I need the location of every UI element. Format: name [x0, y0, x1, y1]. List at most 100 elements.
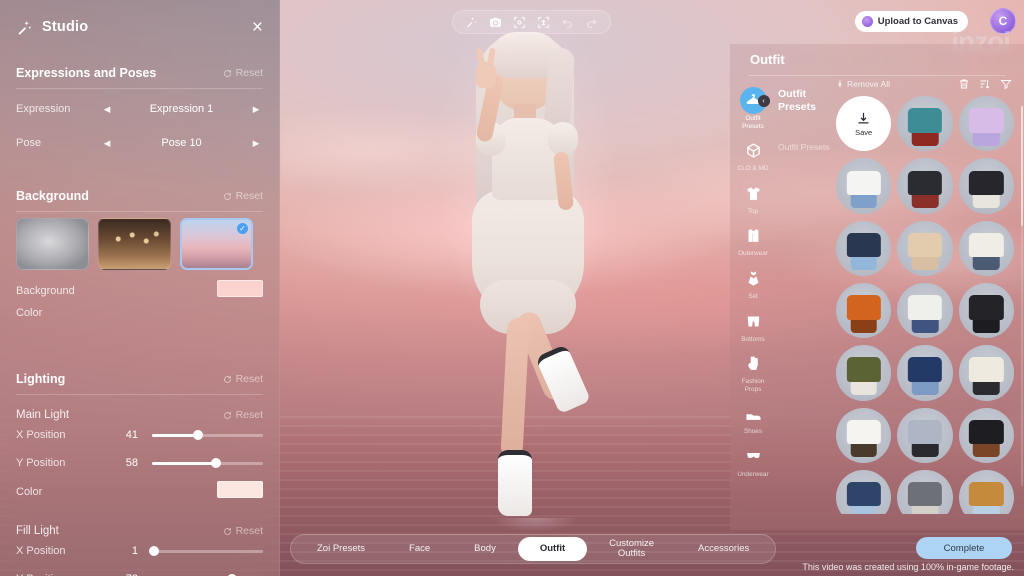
redo-icon[interactable] — [582, 13, 601, 32]
inzoi-character-creator: Studio × Expressions and Poses Reset Exp… — [0, 0, 1024, 576]
outfit-category-underwear[interactable]: Underwear — [730, 440, 776, 481]
background-thumb-studio-gray[interactable] — [16, 218, 89, 270]
outfit-item-tan-bomber-jacket[interactable] — [958, 469, 1014, 514]
background-thumb-pink-sky[interactable]: ✓ — [180, 218, 253, 270]
undo-icon[interactable] — [558, 13, 577, 32]
pose-prev-arrow-icon[interactable]: ◀ — [100, 138, 114, 149]
reset-label: Reset — [235, 67, 263, 79]
outfit-category-fashion-props[interactable]: Fashion Props — [730, 347, 776, 395]
fill-light-reset-button[interactable]: Reset — [223, 525, 263, 537]
lighting-title: Lighting — [16, 372, 66, 386]
collapse-icon[interactable]: ‹ — [757, 95, 770, 107]
pose-label: Pose — [16, 137, 42, 149]
outfit-item-navy-varsity-jacket[interactable] — [897, 345, 953, 401]
outfit-category-label: Fashion Props — [741, 378, 765, 393]
pose-rotate-icon[interactable] — [534, 13, 553, 32]
lighting-reset-button[interactable]: Reset — [223, 373, 263, 385]
character-model[interactable] — [380, 8, 670, 552]
outfit-item-black-top-leather-pants[interactable] — [958, 407, 1014, 463]
outfit-item-orange-long-coat[interactable] — [836, 282, 892, 339]
outfit-category-outfit-presets[interactable]: ‹ Outfit Presets — [730, 84, 776, 132]
fill-light-y-slider[interactable] — [152, 571, 263, 576]
fill-light-x-slider[interactable] — [149, 543, 263, 559]
garment-top — [969, 295, 1004, 320]
outfit-category-bottoms[interactable]: Bottoms — [730, 305, 776, 346]
save-outfit-button[interactable]: Save — [836, 96, 892, 152]
outfit-item-beige-knit-dress[interactable] — [897, 220, 953, 276]
expressions-header: Expressions and Poses Reset — [16, 54, 263, 88]
sort-icon[interactable] — [979, 78, 991, 90]
slider-knob[interactable] — [149, 546, 160, 556]
background-section: Background Reset ✓ Background Color — [0, 177, 279, 324]
main-light-x-slider[interactable] — [152, 427, 263, 443]
outfit-item-teal-jacket-red-pants[interactable] — [897, 96, 953, 152]
expand-frame-icon[interactable] — [510, 13, 529, 32]
check-icon: ✓ — [237, 223, 248, 234]
main-light-color-swatch[interactable] — [217, 481, 263, 498]
close-icon[interactable]: × — [252, 18, 263, 37]
camera-icon[interactable] — [486, 13, 505, 32]
outfit-category-shoes[interactable]: Shoes — [730, 397, 776, 438]
magic-wand-icon — [16, 19, 33, 36]
main-light-header: Main Light Reset — [16, 409, 263, 421]
background-color-swatch[interactable] — [217, 280, 263, 297]
outfit-grid: Save — [836, 96, 1020, 514]
pose-next-arrow-icon[interactable]: ▶ — [249, 138, 263, 149]
bottom-tab-bar: Zoi Presets Face Body Outfit Customize Outfit… — [290, 534, 777, 564]
expressions-reset-button[interactable]: Reset — [223, 67, 263, 79]
outfit-item-denim-jacket-crop[interactable] — [897, 407, 953, 463]
outfit-item-olive-military-jacket[interactable] — [836, 345, 892, 401]
outfit-category-outerwear[interactable]: Outerwear — [730, 219, 776, 260]
background-thumb-indoor-room[interactable] — [98, 218, 171, 270]
outfit-item-black-coat-red-inner[interactable] — [897, 158, 953, 214]
outfit-scrollbar-thumb[interactable] — [1021, 106, 1023, 226]
outfit-panel: Outfit ‹ Outfit Presets CLO & MD Top Outerwea… — [730, 44, 1024, 530]
garment-top — [907, 357, 943, 382]
outfit-category-top[interactable]: Top — [730, 177, 776, 218]
background-header: Background Reset — [16, 177, 263, 211]
outfit-panel-title: Outfit — [750, 52, 785, 67]
outfit-item-white-vest-blue-skirt[interactable] — [897, 282, 953, 339]
trash-icon[interactable] — [958, 78, 970, 90]
outfit-item-black-bomber-white-skirt[interactable] — [958, 158, 1014, 214]
outfit-item-gray-cardigan-set[interactable] — [897, 469, 953, 514]
background-color-label: Background Color — [16, 280, 75, 324]
complete-button[interactable]: Complete — [916, 537, 1012, 559]
remove-all-button[interactable]: Remove All — [836, 79, 890, 89]
outfit-item-navy-blazer-blue-shirt[interactable] — [836, 469, 892, 514]
dress-icon — [740, 265, 767, 292]
bottom-tab-face[interactable]: Face — [387, 537, 452, 561]
background-color-label-line1: Background — [16, 285, 75, 297]
outfit-category-set[interactable]: Set — [730, 262, 776, 303]
expression-label: Expression — [16, 103, 71, 115]
studio-panel: Studio × Expressions and Poses Reset Exp… — [0, 0, 280, 576]
garment-top — [846, 295, 881, 320]
filter-icon[interactable] — [1000, 78, 1012, 90]
outfit-item-navy-jacket-light-jeans[interactable] — [836, 220, 892, 276]
outfit-item-black-blouse[interactable] — [958, 282, 1014, 339]
bottom-tab-body[interactable]: Body — [452, 537, 518, 561]
main-light-reset-button[interactable]: Reset — [223, 409, 263, 421]
main-light-y-slider[interactable] — [152, 455, 263, 471]
outfit-category-clo-and-md[interactable]: CLO & MD — [730, 134, 776, 175]
bottom-tab-zoi-presets[interactable]: Zoi Presets — [295, 537, 387, 561]
magic-enhance-icon[interactable] — [462, 13, 481, 32]
garment-top — [969, 482, 1004, 507]
outfit-item-white-cardigan-navy[interactable] — [958, 220, 1014, 276]
reset-icon — [223, 69, 231, 77]
outfit-item-white-tee-denim-shorts[interactable] — [836, 158, 892, 214]
reset-icon — [223, 527, 231, 535]
expression-prev-arrow-icon[interactable]: ◀ — [100, 104, 114, 115]
bottom-tab-customize-outfits[interactable]: Customize Outfits — [587, 537, 676, 561]
slider-knob[interactable] — [211, 458, 222, 468]
outfit-item-white-tee-brown-skirt[interactable] — [836, 407, 892, 463]
outfit-item-cream-sweatshirt[interactable] — [958, 345, 1014, 401]
background-reset-button[interactable]: Reset — [223, 190, 263, 202]
footage-disclaimer: This video was created using 100% in-gam… — [802, 562, 1014, 572]
bottom-tab-outfit[interactable]: Outfit — [517, 537, 588, 561]
outfit-item-lilac-dress[interactable] — [958, 96, 1014, 152]
slider-knob[interactable] — [192, 430, 203, 440]
expression-next-arrow-icon[interactable]: ▶ — [249, 104, 263, 115]
garment-top — [846, 170, 881, 195]
bottom-tab-accessories[interactable]: Accessories — [676, 537, 771, 561]
